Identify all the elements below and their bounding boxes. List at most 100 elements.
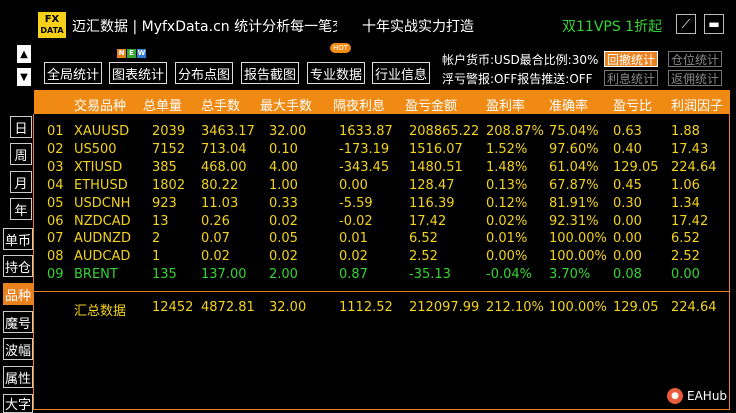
table-cell: 0.45 bbox=[613, 177, 642, 193]
window-title: 迈汇数据 | MyfxData.cn 统计分析每一笔交易 bbox=[72, 19, 337, 35]
table-cell: 75.04% bbox=[549, 124, 599, 139]
column-header[interactable]: 准确率 bbox=[549, 95, 588, 114]
tab-holdings[interactable]: 持仓 bbox=[3, 255, 33, 277]
table-cell: 0.02 bbox=[201, 249, 230, 265]
table-cell: -343.45 bbox=[339, 159, 390, 175]
table-cell: 3463.17 bbox=[201, 124, 255, 139]
tab-year[interactable]: 年 bbox=[10, 198, 32, 220]
summary-cell: 212.10% bbox=[486, 300, 544, 315]
table-cell: 2.00 bbox=[269, 267, 298, 283]
industry-info-button[interactable]: 行业信息 bbox=[372, 62, 430, 84]
table-cell: 0.01 bbox=[339, 231, 368, 247]
logo-text-top: FX bbox=[44, 14, 60, 25]
table-cell: 208865.22 bbox=[409, 124, 480, 139]
table-cell: XTIUSD bbox=[74, 159, 123, 175]
global-stats-button[interactable]: 全局统计 bbox=[44, 62, 102, 84]
table-cell: -173.19 bbox=[339, 141, 390, 157]
position-stats-button[interactable]: 仓位统计 bbox=[668, 51, 722, 67]
column-header[interactable]: 总手数 bbox=[201, 95, 240, 114]
table-cell: 713.04 bbox=[201, 141, 247, 157]
column-header[interactable]: 盈利率 bbox=[486, 95, 525, 114]
table-cell: 0.63 bbox=[613, 124, 642, 139]
table-cell: 128.47 bbox=[409, 177, 455, 193]
column-header[interactable]: 最大手数 bbox=[260, 95, 312, 114]
scroll-down-icon[interactable]: ▼ bbox=[17, 68, 31, 86]
tab-day[interactable]: 日 bbox=[10, 116, 32, 138]
column-header[interactable]: 利润因子 bbox=[671, 95, 723, 114]
interest-stats-button[interactable]: 利息统计 bbox=[604, 70, 658, 86]
distribution-chart-button[interactable]: 分布点图 bbox=[175, 62, 233, 84]
new-badge: N E W bbox=[117, 49, 146, 58]
table-cell: 224.64 bbox=[671, 159, 717, 175]
table-cell: 0.00 bbox=[671, 267, 700, 283]
table-cell: 05 bbox=[47, 195, 64, 211]
summary-cell: 129.05 bbox=[613, 300, 659, 315]
column-header[interactable]: 隔夜利息 bbox=[333, 95, 385, 114]
summary-cell: 1112.52 bbox=[339, 300, 393, 315]
rebate-stats-button[interactable]: 返佣统计 bbox=[668, 70, 722, 86]
promo-link[interactable]: 双11VPS 1折起 bbox=[562, 16, 662, 36]
table-cell: 2.52 bbox=[409, 249, 438, 265]
menu-icon[interactable]: ▬ bbox=[704, 14, 724, 34]
summary-cell: 4872.81 bbox=[201, 300, 255, 315]
summary-cell: 100.00% bbox=[549, 300, 607, 315]
eahub-logo-icon: ● bbox=[667, 388, 683, 404]
table-cell: 208.87% bbox=[486, 124, 544, 139]
table-cell: XAUUSD bbox=[74, 124, 130, 139]
table-cell: -35.13 bbox=[409, 267, 451, 283]
tab-volatility[interactable]: 波幅 bbox=[3, 338, 33, 360]
watermark-text: EAHub bbox=[687, 389, 728, 403]
table-cell: 0.07 bbox=[201, 231, 230, 247]
summary-cell: 32.00 bbox=[269, 300, 307, 315]
table-cell: AUDCAD bbox=[74, 249, 131, 265]
table-cell: 97.60% bbox=[549, 141, 599, 157]
table-cell: 0.00 bbox=[613, 213, 642, 229]
table-cell: 385 bbox=[152, 159, 177, 175]
table-cell: 06 bbox=[47, 213, 64, 229]
tab-large-font[interactable]: 大字 bbox=[3, 394, 33, 413]
table-cell: 6.52 bbox=[409, 231, 438, 247]
drawdown-stats-button[interactable]: 回撤统计 bbox=[604, 51, 658, 67]
table-cell: 67.87% bbox=[549, 177, 599, 193]
tab-month[interactable]: 月 bbox=[10, 171, 32, 193]
column-header[interactable]: 盈亏比 bbox=[613, 95, 652, 114]
table-cell: 0.00 bbox=[613, 231, 642, 247]
summary-divider bbox=[34, 291, 730, 292]
table-cell: 0.33 bbox=[269, 195, 298, 211]
column-header[interactable]: 交易品种 bbox=[74, 95, 126, 114]
table-cell: 13 bbox=[152, 213, 169, 229]
table-cell: -5.59 bbox=[339, 195, 373, 211]
hot-badge: HOT bbox=[330, 43, 352, 53]
table-cell: 100.00% bbox=[549, 249, 607, 265]
table-cell: 09 bbox=[47, 267, 64, 283]
table-cell: 129.05 bbox=[613, 159, 659, 175]
table-cell: 1.00 bbox=[269, 177, 298, 193]
table-cell: 80.22 bbox=[201, 177, 239, 193]
minimize-icon[interactable]: ⟋ bbox=[676, 14, 696, 34]
tab-attributes[interactable]: 属性 bbox=[3, 366, 33, 388]
account-currency-info: 帐户货币:USD最合比例:30% bbox=[442, 53, 599, 67]
table-cell: 137.00 bbox=[201, 267, 247, 283]
tab-symbols[interactable]: 品种 bbox=[3, 283, 33, 305]
tab-week[interactable]: 周 bbox=[10, 143, 32, 165]
table-cell: 0.02% bbox=[486, 213, 528, 229]
table-cell: 116.39 bbox=[409, 195, 455, 211]
scroll-up-icon[interactable]: ▲ bbox=[17, 45, 31, 63]
chart-stats-button[interactable]: 图表统计 bbox=[109, 62, 167, 84]
column-header[interactable]: 盈亏金额 bbox=[405, 95, 457, 114]
table-cell: ETHUSD bbox=[74, 177, 128, 193]
table-cell: 1.52% bbox=[486, 141, 528, 157]
column-header[interactable]: 总单量 bbox=[143, 95, 182, 114]
table-cell: 1516.07 bbox=[409, 141, 463, 157]
table-cell: 0.26 bbox=[201, 213, 230, 229]
table-cell: 2.52 bbox=[671, 249, 700, 265]
table-cell: 3.70% bbox=[549, 267, 591, 283]
table-cell: 32.00 bbox=[269, 124, 307, 139]
table-cell: 0.40 bbox=[613, 141, 642, 157]
tab-single-currency[interactable]: 单币 bbox=[3, 228, 33, 250]
eahub-watermark: ● EAHub bbox=[667, 388, 727, 404]
pro-data-button[interactable]: 专业数据 bbox=[307, 62, 365, 84]
tab-magic-number[interactable]: 魔号 bbox=[3, 311, 33, 333]
report-screenshot-button[interactable]: 报告截图 bbox=[241, 62, 299, 84]
table-cell: -0.02 bbox=[339, 213, 373, 229]
